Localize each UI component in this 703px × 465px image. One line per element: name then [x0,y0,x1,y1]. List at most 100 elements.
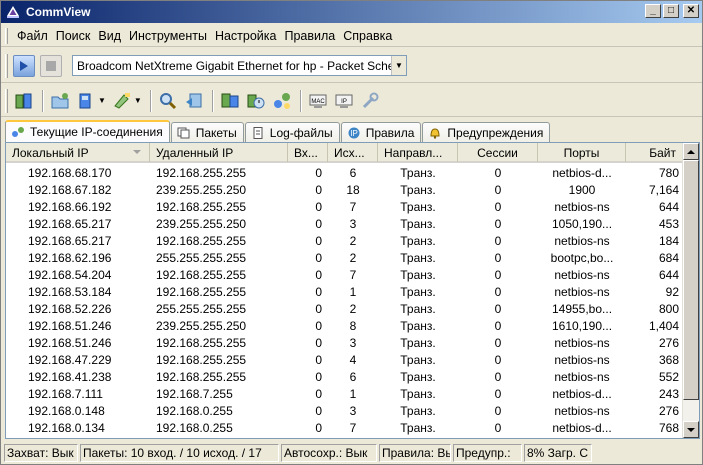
open-session-icon[interactable] [12,89,36,113]
cell-in: 0 [315,165,322,180]
start-capture-button[interactable] [12,54,36,78]
cell-in: 0 [315,182,322,197]
statistics-icon[interactable] [218,89,242,113]
ip-connections-list[interactable]: Локальный IP Удаленный IP Вх... Исх... Н… [5,142,700,439]
cell-ports: netbios-ns [554,267,610,282]
mac-alias-icon[interactable]: MAC [306,89,330,113]
table-row[interactable]: 192.168.47.229 192.168.255.255 0 4 Транз. 0 ne… [6,351,683,368]
close-button[interactable]: ✕ [683,4,699,18]
table-row[interactable]: 192.168.68.170 192.168.255.255 0 6 Транз. 0 ne… [6,164,683,181]
cell-bytes: 644 [658,267,679,282]
adapter-select[interactable]: Broadcom NetXtreme Gigabit Ethernet for … [72,55,407,76]
table-row[interactable]: 192.168.41.238 192.168.255.255 0 6 Транз. 0 ne… [6,368,683,385]
ip-alias-icon[interactable]: IP [332,89,356,113]
chevron-down-icon[interactable]: ▼ [391,56,406,75]
column-ports[interactable]: Порты [538,143,626,162]
table-row[interactable]: 192.168.51.246 239.255.255.250 0 8 Транз. 0 16… [6,317,683,334]
cell-local-ip: 192.168.51.246 [28,318,112,333]
column-remote-ip[interactable]: Удаленный IP [150,143,288,162]
cell-sessions: 0 [494,386,502,401]
scroll-down-button[interactable] [683,421,699,438]
cell-sessions: 0 [494,284,502,299]
tab-alarms[interactable]: Предупреждения [422,122,551,142]
table-row[interactable]: 192.168.53.184 192.168.255.255 0 1 Транз. 0 ne… [6,283,683,300]
table-row[interactable]: 192.168.51.246 192.168.255.255 0 3 Транз. 0 ne… [6,334,683,351]
cell-sessions: 0 [494,199,502,214]
cell-direction: Транз. [400,182,436,197]
cell-ports: netbios-ns [554,369,610,384]
menu-view[interactable]: Вид [94,27,125,45]
table-row[interactable]: 192.168.65.217 192.168.255.255 0 2 Транз. 0 ne… [6,232,683,249]
status-rules: Правила: Вы [379,444,451,462]
table-row[interactable]: 192.168.54.204 192.168.255.255 0 7 Транз. 0 ne… [6,266,683,283]
cell-ports: 1050,190... [551,216,613,231]
cell-bytes: 243 [658,386,679,401]
scheduler-icon[interactable] [244,89,268,113]
table-row[interactable]: 192.168.66.192 192.168.255.255 0 7 Транз. 0 ne… [6,198,683,215]
status-cpu-load: 8% Загр. С [524,444,592,462]
cell-out: 7 [349,267,357,282]
menu-search[interactable]: Поиск [52,27,95,45]
save-dropdown-arrow-icon[interactable]: ▼ [98,96,106,105]
tab-current-ip-connections[interactable]: Текущие IP-соединения [5,120,170,142]
title-bar[interactable]: CommView _ □ ✕ [1,1,702,23]
cell-in: 0 [315,267,322,282]
cell-local-ip: 192.168.65.217 [28,233,112,248]
cell-sessions: 0 [494,233,502,248]
minimize-button[interactable]: _ [645,4,661,18]
highlight-icon[interactable] [110,89,134,113]
table-header: Локальный IP Удаленный IP Вх... Исх... Н… [6,143,683,163]
menu-settings[interactable]: Настройка [211,27,281,45]
column-out[interactable]: Исх... [328,143,378,162]
menubar-grip[interactable] [5,27,8,44]
toolbar-grip-2[interactable] [5,88,8,113]
vertical-scrollbar[interactable] [682,143,699,438]
menu-file[interactable]: Файл [13,27,52,45]
table-row[interactable]: 192.168.7.111 192.168.7.255 0 1 Транз. 0 netbi… [6,385,683,402]
column-in[interactable]: Вх... [288,143,328,162]
tab-log-files[interactable]: Log-файлы [244,122,340,142]
table-row[interactable]: 192.168.62.196 255.255.255.255 0 2 Транз. 0 bo… [6,249,683,266]
scroll-up-button[interactable] [683,143,699,160]
scroll-thumb[interactable] [683,160,699,400]
cell-local-ip: 192.168.41.238 [28,369,112,384]
stop-capture-button[interactable] [39,54,63,78]
menu-help[interactable]: Справка [339,27,396,45]
column-direction[interactable]: Направл... [378,143,458,162]
table-row[interactable]: 192.168.0.148 192.168.0.255 0 3 Транз. 0 netbi… [6,402,683,419]
cell-local-ip: 192.168.47.229 [28,352,112,367]
column-local-ip[interactable]: Локальный IP [6,143,150,162]
open-folder-icon[interactable] [48,89,72,113]
cell-out: 6 [349,165,357,180]
highlight-dropdown-arrow-icon[interactable]: ▼ [134,96,142,105]
cell-in: 0 [315,335,322,350]
menu-tools[interactable]: Инструменты [125,27,211,45]
cell-bytes: 1,404 [648,318,679,333]
search-icon[interactable] [156,89,180,113]
maximize-button[interactable]: □ [663,4,679,18]
cell-local-ip: 192.168.54.204 [28,267,112,282]
log-icon[interactable] [182,89,206,113]
table-row[interactable]: 192.168.65.217 239.255.255.250 0 3 Транз. 0 10… [6,215,683,232]
tab-packets[interactable]: Пакеты [170,122,244,142]
cell-sessions: 0 [494,267,502,282]
tab-rules[interactable]: IP Правила [340,122,422,142]
cell-bytes: 184 [658,233,679,248]
toolbar-grip[interactable] [5,53,8,78]
cell-out: 2 [349,301,357,316]
column-sessions[interactable]: Сессии [458,143,538,162]
tab-label: Текущие IP-соединения [30,125,163,139]
table-row[interactable]: 192.168.0.134 192.168.0.255 0 7 Транз. 0 netbi… [6,419,683,436]
log-files-icon [250,126,266,140]
table-row[interactable]: 192.168.67.182 239.255.255.250 0 18 Транз. 0 1… [6,181,683,198]
cell-sessions: 0 [494,369,502,384]
settings-wrench-icon[interactable] [358,89,382,113]
status-packets: Пакеты: 10 вход. / 10 исход. / 17 [80,444,279,462]
table-row[interactable]: 192.168.52.226 255.255.255.255 0 2 Транз. 0 14… [6,300,683,317]
column-bytes[interactable]: Байт [626,143,683,162]
tab-bar: Текущие IP-соединения Пакеты Log-файлы I… [5,120,551,142]
menu-rules[interactable]: Правила [281,27,340,45]
save-icon[interactable] [74,89,98,113]
cell-direction: Транз. [400,386,436,401]
nodes-icon[interactable] [270,89,294,113]
